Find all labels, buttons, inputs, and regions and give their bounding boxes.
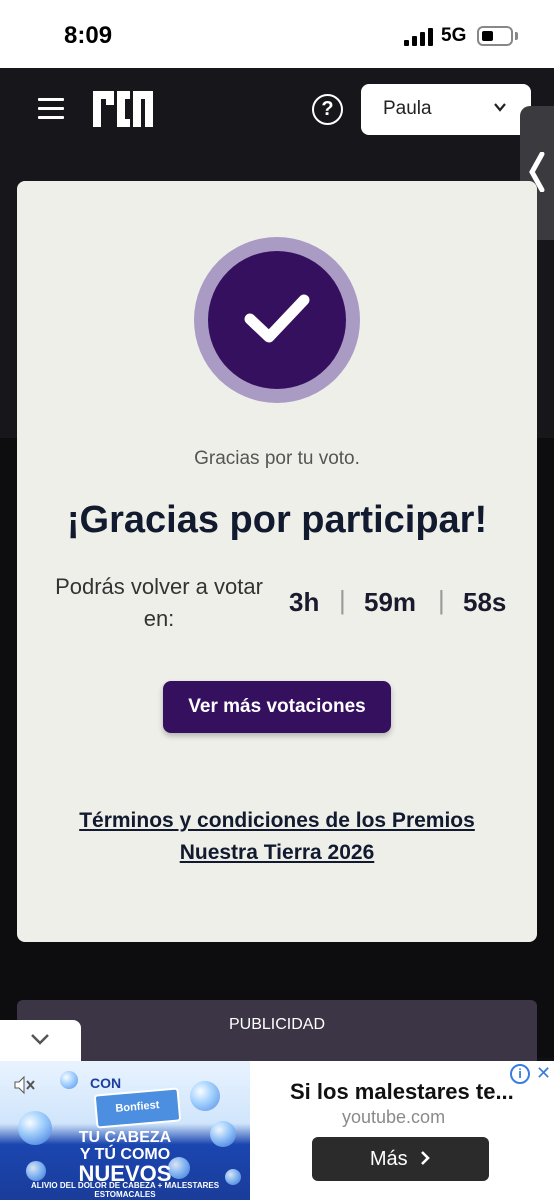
page-title: ¡Gracias por participar!: [66, 499, 488, 541]
ad-cta-button[interactable]: Más: [312, 1137, 489, 1181]
menu-icon[interactable]: [38, 98, 64, 120]
ad-product-box: Bonfiest: [93, 1087, 182, 1129]
ad-image-con: CON: [90, 1075, 122, 1091]
status-bar: 8:09 5G: [0, 0, 554, 68]
vote-thanks-text: Gracias por tu voto.: [194, 448, 360, 469]
ad-cta-label: Más: [369, 1148, 408, 1170]
rcn-logo[interactable]: [90, 88, 156, 130]
terms-link[interactable]: Términos y condiciones de los Premios Nu…: [17, 805, 537, 869]
ad-domain: youtube.com: [342, 1107, 446, 1127]
chevron-right-icon: [421, 1151, 431, 1165]
signal-icon: [404, 28, 436, 46]
ad-title[interactable]: Si los malestares te...: [290, 1079, 514, 1105]
timer-hours: 3h: [289, 587, 320, 617]
status-time: 8:09: [64, 22, 113, 49]
timer-minutes: 59m: [364, 587, 417, 617]
vote-confirmation-card: Gracias por tu voto. ¡Gracias por partic…: [17, 181, 537, 942]
success-badge: [194, 237, 360, 403]
ad-slogan: TU CABEZA Y TÚ COMO NUEVOS: [78, 1129, 172, 1186]
vote-again-label: Podrás volver a votar en:: [55, 574, 263, 631]
terms-link-line1[interactable]: Términos y condiciones de los Premios: [79, 809, 475, 832]
check-icon: [244, 294, 310, 343]
ad-alivio: ALIVIO DEL DOLOR DE CABEZA + MALESTARES …: [30, 1181, 220, 1199]
timer-separator: |: [438, 585, 445, 615]
ad-close-icon[interactable]: ✕: [536, 1063, 551, 1084]
profile-name: Paula: [383, 98, 432, 119]
mute-icon[interactable]: [12, 1073, 36, 1097]
ad-banner[interactable]: CON Bonfiest TU CABEZA Y TÚ COMO NUEVOS …: [0, 1061, 554, 1200]
ad-collapse-button[interactable]: [0, 1020, 81, 1061]
chevron-down-icon: [31, 1034, 49, 1045]
ad-section: PUBLICIDAD: [17, 1000, 537, 1062]
battery-icon: [477, 26, 513, 46]
timer-seconds: 58s: [463, 587, 507, 617]
more-votes-button[interactable]: Ver más votaciones: [163, 681, 391, 733]
ad-image[interactable]: CON Bonfiest TU CABEZA Y TÚ COMO NUEVOS …: [0, 1061, 250, 1200]
help-icon[interactable]: ?: [312, 94, 343, 125]
profile-select[interactable]: Paula: [361, 84, 531, 135]
terms-link-line2[interactable]: Nuestra Tierra 2026: [180, 841, 375, 864]
timer-separator: |: [339, 585, 346, 615]
ad-label: PUBLICIDAD: [228, 1016, 326, 1033]
chevron-down-icon: [494, 103, 506, 112]
network-type: 5G: [441, 25, 467, 46]
